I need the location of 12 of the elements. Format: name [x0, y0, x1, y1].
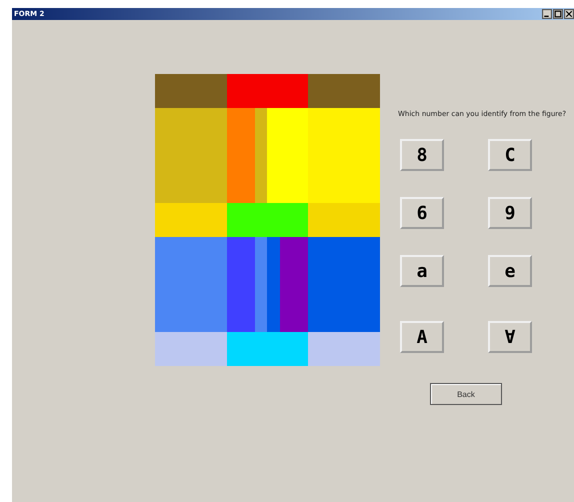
close-icon[interactable] — [564, 9, 574, 19]
answer-button[interactable]: 8 — [400, 139, 444, 171]
answer-button[interactable]: C — [488, 139, 532, 171]
answer-button[interactable]: A — [400, 321, 444, 353]
minimize-icon[interactable] — [542, 9, 552, 19]
answer-button[interactable]: ∀ — [488, 321, 532, 353]
back-button[interactable]: Back — [430, 383, 502, 405]
maximize-icon[interactable] — [553, 9, 563, 19]
answer-button[interactable]: e — [488, 255, 532, 287]
answer-button[interactable]: 9 — [488, 197, 532, 229]
answer-button[interactable]: 6 — [400, 197, 444, 229]
answer-button[interactable]: a — [400, 255, 444, 287]
